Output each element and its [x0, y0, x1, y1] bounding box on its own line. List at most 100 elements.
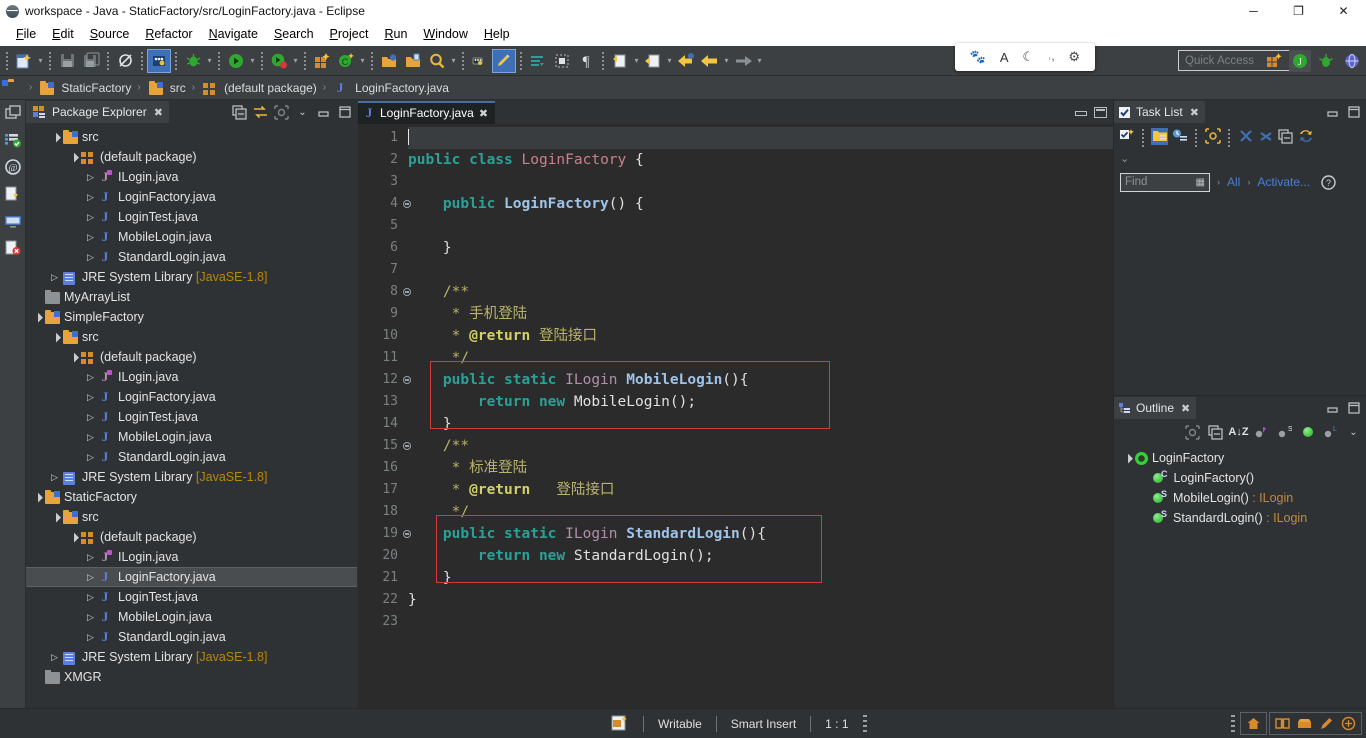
code-line[interactable]	[408, 171, 1113, 193]
minimize-icon[interactable]	[1324, 400, 1341, 417]
collapse-all-icon[interactable]	[231, 104, 248, 121]
book-icon[interactable]	[1273, 714, 1292, 733]
code-line[interactable]: public static ILogin StandardLogin(){	[408, 523, 1113, 545]
home-icon[interactable]	[1244, 714, 1263, 733]
tree-item[interactable]: src	[26, 507, 357, 527]
close-icon[interactable]: ✖	[1190, 106, 1199, 119]
tree-item[interactable]: MobileLogin.java	[26, 607, 357, 627]
expand-arrow-open-icon[interactable]	[66, 352, 79, 363]
toggle-breakpoint-icon[interactable]	[147, 48, 171, 73]
chevron-down-icon[interactable]: ⌄	[1120, 152, 1129, 165]
hide-static-icon[interactable]: S	[1276, 424, 1293, 441]
status-drag-handle[interactable]	[1231, 714, 1235, 733]
ime-floating-toolbar[interactable]: 🐾 A ☾ ˒, ⚙	[955, 43, 1095, 71]
status-drag-handle[interactable]	[862, 714, 867, 733]
outline-item[interactable]: S MobileLogin() : ILogin	[1114, 488, 1366, 508]
expand-arrow-closed-icon[interactable]	[84, 192, 97, 203]
sort-icon[interactable]: A↓Z	[1228, 424, 1248, 441]
search-icon[interactable]	[426, 50, 448, 72]
tree-item[interactable]: MyArrayList	[26, 287, 357, 307]
back-icon[interactable]	[675, 50, 697, 72]
show-whitespace-icon[interactable]: ¶	[575, 50, 597, 72]
tree-item[interactable]: JRE System Library [JavaSE-1.8]	[26, 267, 357, 287]
tree-item[interactable]: StandardLogin.java	[26, 447, 357, 467]
toggle-block-selection-icon[interactable]	[551, 50, 573, 72]
previous-edit-icon[interactable]	[642, 50, 664, 72]
view-menu-icon[interactable]: ⌄	[294, 104, 311, 121]
code-line[interactable]: * 标准登陆	[408, 457, 1113, 479]
tree-item[interactable]: ILogin.java	[26, 547, 357, 567]
activate-link[interactable]: Activate...	[1257, 175, 1310, 189]
java-ee-perspective-icon[interactable]	[1341, 50, 1363, 72]
open-task-icon[interactable]	[378, 50, 400, 72]
expand-arrow-closed-icon[interactable]	[84, 372, 97, 383]
outline-item[interactable]: C LoginFactory()	[1114, 468, 1366, 488]
code-line[interactable]	[408, 127, 1113, 149]
maximize-icon[interactable]	[1345, 104, 1362, 121]
maximize-icon[interactable]	[1345, 400, 1362, 417]
paw-icon[interactable]: 🐾	[970, 49, 986, 65]
expand-arrow-closed-icon[interactable]	[84, 632, 97, 643]
error-log-view-icon[interactable]	[4, 239, 22, 257]
expand-arrow-closed-icon[interactable]	[48, 472, 61, 483]
menu-source[interactable]: Source	[82, 25, 138, 43]
focus-icon[interactable]	[1204, 128, 1221, 145]
focus-on-active-task-icon[interactable]	[273, 104, 290, 121]
code-line[interactable]	[408, 611, 1113, 633]
previous-edit-dropdown[interactable]: ▾	[665, 56, 674, 65]
new-task-icon[interactable]	[1118, 128, 1135, 145]
hide-local-types-icon[interactable]: L	[1322, 424, 1339, 441]
moon-icon[interactable]: ☾	[1022, 49, 1034, 65]
breadcrumb-item-3[interactable]: (default package)	[224, 81, 317, 95]
tree-item[interactable]: JRE System Library [JavaSE-1.8]	[26, 467, 357, 487]
expand-arrow-closed-icon[interactable]	[84, 212, 97, 223]
workspace-root-icon[interactable]	[8, 80, 23, 95]
task-list-body[interactable]	[1114, 196, 1366, 395]
code-line[interactable]: /**	[408, 435, 1113, 457]
help-icon[interactable]: ?	[1321, 174, 1336, 190]
expand-arrow-open-icon[interactable]	[30, 312, 43, 323]
code-line[interactable]: }	[408, 413, 1113, 435]
debug-perspective-icon[interactable]	[1315, 50, 1337, 72]
tab-outline[interactable]: Outline ✖	[1114, 397, 1197, 419]
expand-arrow-closed-icon[interactable]	[84, 552, 97, 563]
expand-arrow-closed-icon[interactable]	[84, 572, 97, 583]
filter-all-link[interactable]: All	[1227, 175, 1240, 189]
expand-arrow-closed-icon[interactable]	[84, 232, 97, 243]
code-line[interactable]: public LoginFactory() {	[408, 193, 1113, 215]
save-icon[interactable]	[56, 50, 78, 72]
code-line[interactable]: * @return 登陆接口	[408, 325, 1113, 347]
tree-item[interactable]: LoginTest.java	[26, 207, 357, 227]
expand-arrow-open-icon[interactable]	[1120, 453, 1133, 464]
expand-arrow-closed-icon[interactable]	[84, 412, 97, 423]
tree-item[interactable]: src	[26, 127, 357, 147]
skip-all-breakpoints-icon[interactable]	[114, 50, 136, 72]
expand-arrow-closed-icon[interactable]	[48, 272, 61, 283]
problems-view-icon[interactable]	[4, 131, 22, 149]
breadcrumb-item-4[interactable]: LoginFactory.java	[355, 81, 449, 95]
close-button[interactable]: ✕	[1321, 0, 1366, 22]
open-folder-icon[interactable]	[402, 50, 424, 72]
expand-arrow-open-icon[interactable]	[30, 492, 43, 503]
outline-item[interactable]: LoginFactory	[1114, 448, 1366, 468]
expand-arrow-closed-icon[interactable]	[48, 652, 61, 663]
maximize-button[interactable]: ❐	[1276, 0, 1321, 22]
menu-refactor[interactable]: Refactor	[137, 25, 200, 43]
tree-item-selected[interactable]: LoginFactory.java	[26, 567, 357, 587]
tree-item[interactable]: SimpleFactory	[26, 307, 357, 327]
tree-item[interactable]: LoginFactory.java	[26, 187, 357, 207]
expand-arrow-closed-icon[interactable]	[84, 452, 97, 463]
schedule-icon[interactable]	[1171, 128, 1188, 145]
tree-item[interactable]: (default package)	[26, 147, 357, 167]
tree-item[interactable]: LoginFactory.java	[26, 387, 357, 407]
annotation-icon[interactable]	[469, 50, 491, 72]
debug-dropdown[interactable]: ▾	[205, 56, 214, 65]
tree-item[interactable]: StandardLogin.java	[26, 627, 357, 647]
outline-tree[interactable]: LoginFactory C LoginFactory() S MobileLogin(…	[1114, 444, 1366, 528]
code-line[interactable]: }	[408, 237, 1113, 259]
comma-icon[interactable]: ˒,	[1048, 51, 1055, 63]
menu-run[interactable]: Run	[376, 25, 415, 43]
debug-icon[interactable]	[182, 50, 204, 72]
code-line[interactable]: return new StandardLogin();	[408, 545, 1113, 567]
expand-arrow-open-icon[interactable]	[48, 132, 61, 143]
